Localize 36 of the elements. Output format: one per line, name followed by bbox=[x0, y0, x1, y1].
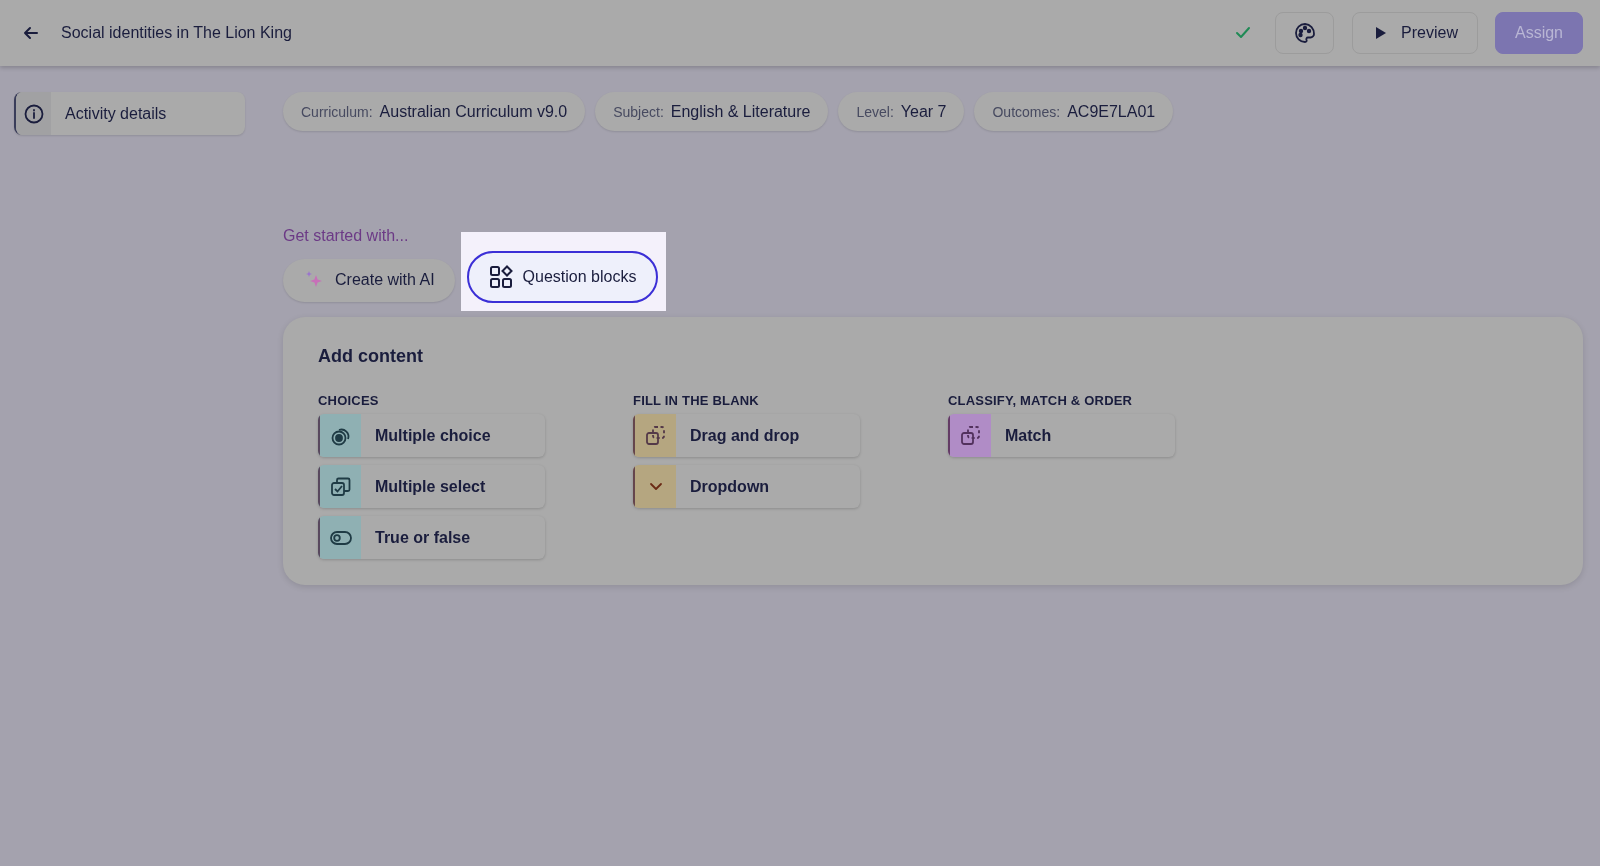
check-icon bbox=[1235, 26, 1252, 40]
question-type-item[interactable]: Match bbox=[948, 414, 1175, 457]
start-option-button[interactable]: Create with AI bbox=[283, 258, 455, 302]
blocks-icon bbox=[488, 265, 513, 289]
toggle-icon bbox=[329, 530, 352, 545]
question-type-item[interactable]: Multiple select bbox=[318, 465, 545, 508]
group-heading: FILL IN THE BLANK bbox=[633, 393, 759, 408]
back-arrow-icon[interactable] bbox=[22, 24, 40, 42]
dashed-squares-icon bbox=[959, 424, 982, 447]
dashed-squares-icon bbox=[644, 424, 667, 447]
get-started-heading: Get started with... bbox=[283, 227, 409, 245]
question-type-item[interactable]: True or false bbox=[318, 516, 545, 559]
question-type-item[interactable]: Drag and drop bbox=[633, 414, 860, 457]
metadata-label: Outcomes: bbox=[992, 103, 1061, 120]
question-type-item[interactable]: Dropdown bbox=[633, 465, 860, 508]
info-icon bbox=[23, 103, 44, 124]
metadata-label: Subject: bbox=[613, 103, 664, 120]
metadata-value: AC9E7LA01 bbox=[1067, 102, 1156, 121]
sidebar-item[interactable]: Activity details bbox=[14, 92, 245, 135]
preview-button[interactable]: Preview bbox=[1352, 12, 1478, 54]
activity-title: Social identities in The Lion King bbox=[61, 24, 293, 42]
section-title: Add content bbox=[318, 346, 423, 367]
group-heading: CHOICES bbox=[318, 393, 379, 408]
play-icon bbox=[1375, 26, 1388, 40]
chevron-down-icon bbox=[647, 481, 664, 492]
question-type-item[interactable]: Multiple choice bbox=[318, 414, 545, 457]
metadata-value: English & Literature bbox=[670, 102, 811, 121]
theme-button[interactable] bbox=[1275, 12, 1335, 54]
checkbox-stack-icon bbox=[329, 475, 352, 498]
group-heading: CLASSIFY, MATCH & ORDER bbox=[948, 393, 1133, 408]
palette-icon bbox=[1293, 22, 1316, 44]
metadata-label: Level: bbox=[856, 103, 894, 120]
metadata-label: Curriculum: bbox=[301, 103, 373, 120]
metadata-value: Year 7 bbox=[900, 102, 947, 121]
metadata-value: Australian Curriculum v9.0 bbox=[379, 102, 568, 121]
start-option-button[interactable]: Question blocks bbox=[466, 251, 659, 303]
